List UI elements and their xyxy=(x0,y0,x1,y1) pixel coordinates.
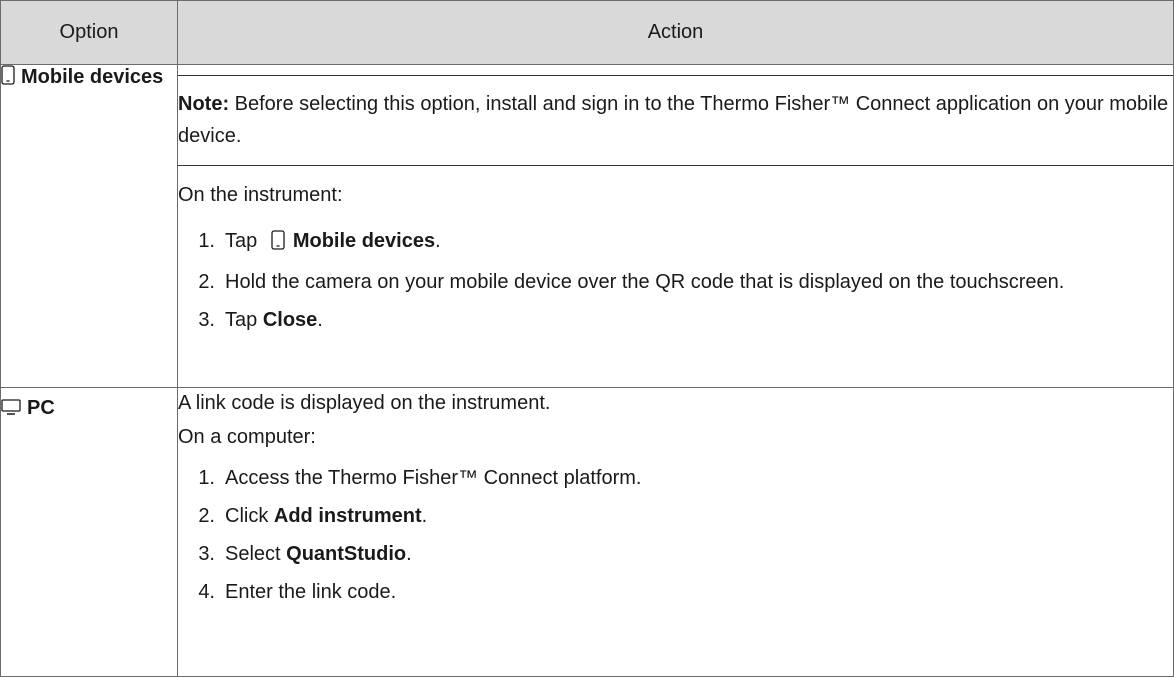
step-pre: Tap xyxy=(225,230,263,252)
step-post: . xyxy=(435,230,441,252)
option-label-mobile: Mobile devices xyxy=(21,66,164,88)
pc-steps: 1. Access the Thermo Fisher™ Connect pla… xyxy=(178,462,1173,608)
pc-line-2: On a computer: xyxy=(178,426,316,448)
step-text: Tap Close. xyxy=(225,304,1173,336)
header-action: Action xyxy=(177,0,1174,65)
step-text: Select QuantStudio. xyxy=(225,538,1173,570)
action-cell-mobile: Note: Before selecting this option, inst… xyxy=(177,64,1174,388)
list-item: 3. Select QuantStudio. xyxy=(178,538,1173,570)
note-label: Note: xyxy=(178,93,230,115)
step-number: 3. xyxy=(198,543,215,565)
list-item: 3. Tap Close. xyxy=(178,304,1173,336)
pc-monitor-icon xyxy=(1,398,21,422)
list-item: 1. Access the Thermo Fisher™ Connect pla… xyxy=(178,462,1173,494)
step-post: . xyxy=(421,505,428,527)
table-header-row: Option Action xyxy=(0,0,1174,65)
mobile-steps: 1. Tap Mobile devices. 2. Hold the camer… xyxy=(178,225,1173,336)
action-cell-pc: A link code is displayed on the instrume… xyxy=(177,387,1174,677)
list-item: 4. Enter the link code. xyxy=(178,576,1173,608)
header-option: Option xyxy=(0,0,178,65)
note-block: Note: Before selecting this option, inst… xyxy=(178,75,1173,166)
step-number: 2. xyxy=(198,271,215,293)
step-text: Click Add instrument. xyxy=(225,500,1173,532)
option-cell-pc: PC xyxy=(0,387,178,677)
step-text: Enter the link code. xyxy=(225,581,397,603)
step-text: Hold the camera on your mobile device ov… xyxy=(225,271,1065,293)
note-text: Before selecting this option, install an… xyxy=(178,93,1169,147)
list-item: 1. Tap Mobile devices. xyxy=(178,225,1173,260)
list-item: 2. Hold the camera on your mobile device… xyxy=(178,266,1173,298)
step-text: Tap Mobile devices. xyxy=(225,225,1173,260)
list-item: 2. Click Add instrument. xyxy=(178,500,1173,532)
step-bold: Close xyxy=(262,309,318,331)
step-bold: QuantStudio xyxy=(286,543,407,565)
step-post: . xyxy=(317,309,323,331)
option-cell-mobile: Mobile devices xyxy=(0,64,178,388)
step-number: 4. xyxy=(198,581,215,603)
step-text: Access the Thermo Fisher™ Connect platfo… xyxy=(225,467,642,489)
option-label-pc: PC xyxy=(27,397,55,419)
step-number: 3. xyxy=(198,309,215,331)
intro-text: On the instrument: xyxy=(178,184,343,206)
step-pre: Click xyxy=(225,505,274,527)
table-row-mobile-devices: Mobile devices Note: Before selecting th… xyxy=(0,64,1174,388)
step-pre: Select xyxy=(225,543,287,565)
step-pre: Tap xyxy=(225,309,263,331)
step-bold: Mobile devices xyxy=(292,230,436,252)
step-bold: Add instrument xyxy=(273,505,422,527)
step-post: . xyxy=(406,543,412,565)
mobile-device-icon xyxy=(1,65,15,91)
pc-line-1: A link code is displayed on the instrume… xyxy=(178,392,551,414)
step-number: 1. xyxy=(198,230,215,252)
step-number: 2. xyxy=(198,505,215,527)
mobile-device-icon xyxy=(271,228,285,260)
step-number: 1. xyxy=(198,467,215,489)
options-table: Option Action Mobile devices Note: Befor… xyxy=(0,0,1174,677)
table-row-pc: PC A link code is displayed on the instr… xyxy=(0,387,1174,677)
